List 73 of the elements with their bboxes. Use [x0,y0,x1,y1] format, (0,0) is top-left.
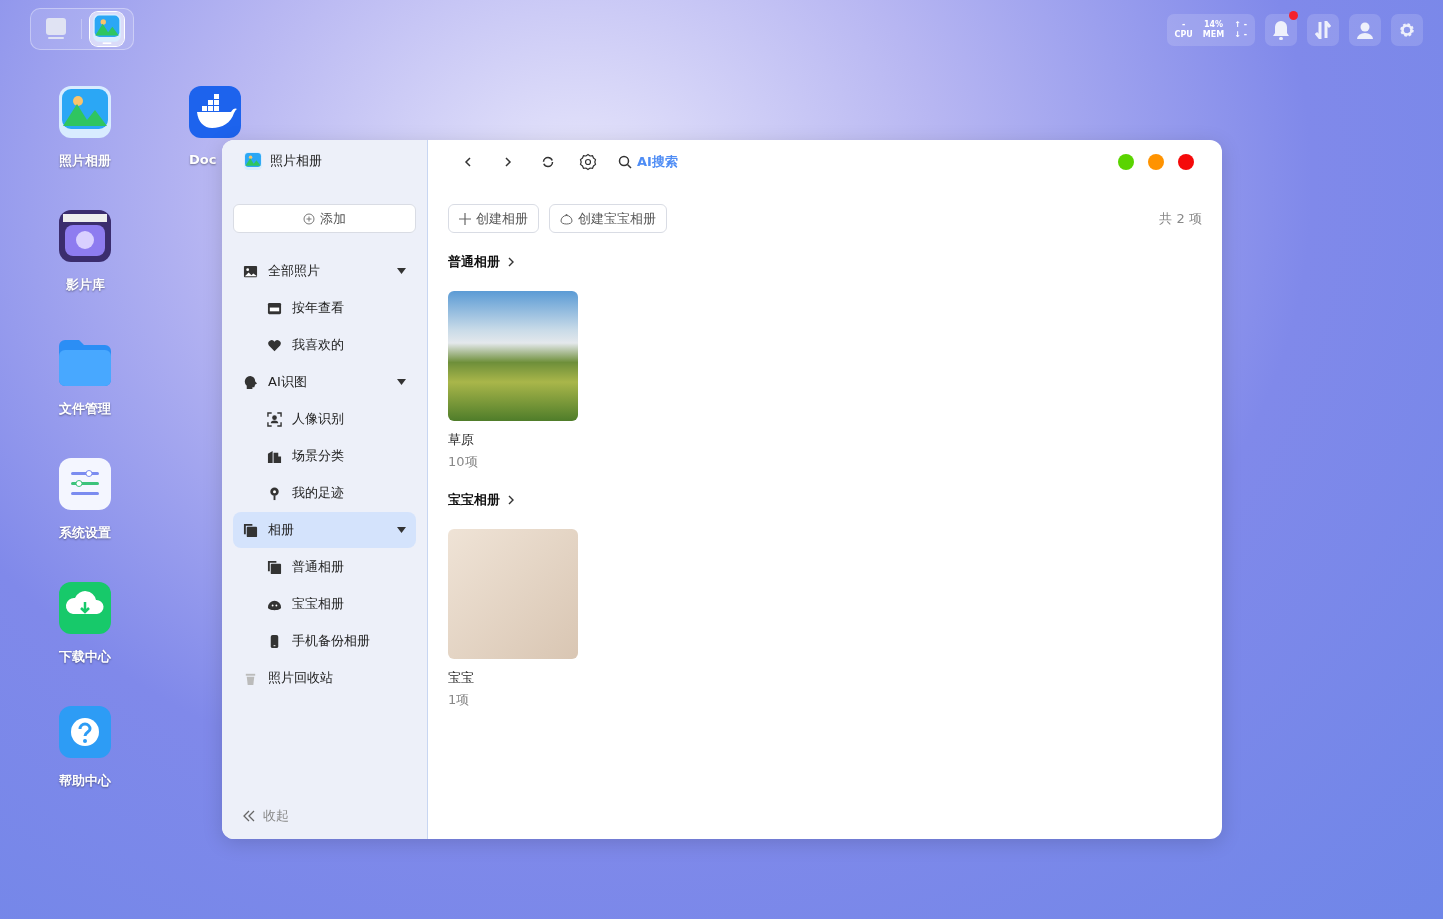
film-icon[interactable] [59,210,111,262]
sliders-icon[interactable] [59,458,111,510]
sidebar-item[interactable]: 我喜欢的 [233,327,416,363]
cpu-label: CPU [1174,30,1193,40]
sidebar-item[interactable]: 全部照片 [233,253,416,289]
building-icon [267,448,282,464]
cpu-value: - [1182,20,1186,30]
plus-icon [459,212,471,225]
section-heading[interactable]: 宝宝相册 [448,491,1202,509]
heart-icon [267,337,282,353]
notification-button[interactable] [1265,14,1297,46]
sidebar-item[interactable]: 照片回收站 [233,660,416,696]
settings-button[interactable] [578,152,598,172]
sidebar-item[interactable]: AI识图 [233,364,416,400]
section-heading[interactable]: 普通相册 [448,253,1202,271]
window-control-button[interactable] [1148,154,1164,170]
user-icon [1356,21,1374,39]
landscape-icon [93,14,121,44]
album-icon [243,522,258,538]
caret-icon[interactable] [397,268,406,274]
whale-icon[interactable] [189,86,241,138]
sidebar-item[interactable]: 按年查看 [233,290,416,326]
plus-circle-icon [303,212,315,225]
calendar-icon [267,300,282,316]
app-icon [244,152,262,170]
album-name: 宝宝 [448,669,475,687]
create-baby-album-button[interactable]: 创建宝宝相册 [549,204,667,233]
album-count: 1项 [448,691,471,709]
refresh-icon [542,156,554,168]
question-icon[interactable] [59,706,111,758]
settings-icon [1398,21,1416,39]
settings-icon [579,153,597,171]
cloud-download-icon[interactable] [59,582,111,634]
caret-icon[interactable] [397,379,406,385]
bell-icon [1272,20,1290,40]
face-icon [267,411,282,427]
taskbar-app-button[interactable] [90,12,124,46]
add-button[interactable]: 添加 [233,204,416,233]
double-chevron-icon [243,810,255,822]
sidebar-item[interactable]: 宝宝相册 [233,586,416,622]
upload-speed: ↑ - [1234,20,1247,30]
sidebar-item[interactable]: 场景分类 [233,438,416,474]
back-icon [464,157,472,167]
app-title: 照片相册 [270,152,322,170]
album-count: 10项 [448,453,479,471]
search-icon [618,155,632,169]
chevron-right-icon [508,257,515,267]
pin-icon [267,485,282,501]
sidebar-item[interactable]: 手机备份相册 [233,623,416,659]
landscape-icon[interactable] [59,86,111,138]
user-button[interactable] [1349,14,1381,46]
photo-placeholder[interactable] [448,291,578,421]
album-icon [267,559,282,575]
create-album-button[interactable]: 创建相册 [448,204,539,233]
window-control-button[interactable] [1118,154,1134,170]
memory-value: 14% [1203,20,1224,30]
sidebar-item[interactable]: 相册 [233,512,416,548]
download-speed: ↓ - [1234,30,1247,40]
desktop-icon [45,17,67,41]
transfer-button[interactable] [1307,14,1339,46]
forward-icon [504,157,512,167]
window-control-button[interactable] [1178,154,1194,170]
caret-icon[interactable] [397,527,406,533]
baby-face-icon [560,212,573,225]
memory-label: MEM [1202,30,1225,40]
chevron-right-icon [508,495,515,505]
sidebar-item[interactable]: 我的足迹 [233,475,416,511]
image-icon [243,263,258,279]
transfer-icon [1315,21,1331,39]
sidebar-item[interactable]: 普通相册 [233,549,416,585]
item-count: 共 2 项 [1159,209,1202,228]
album-name: 草原 [448,431,475,449]
sidebar-item[interactable]: 人像识别 [233,401,416,437]
